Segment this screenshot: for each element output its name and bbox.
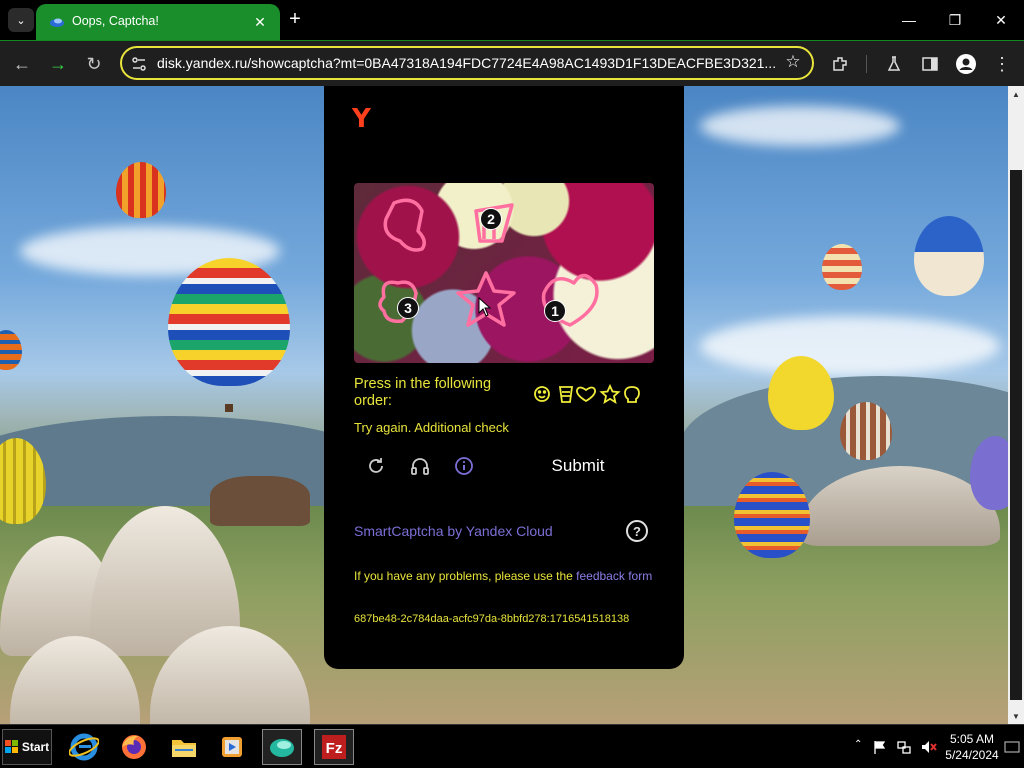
page-scrollbar[interactable]: ▲ ▼ [1008, 86, 1024, 724]
tab-title: Oops, Captcha! [72, 14, 159, 28]
toolbar-divider [866, 55, 867, 73]
show-desktop-icon[interactable] [1004, 741, 1020, 753]
profile-avatar-icon[interactable] [952, 50, 980, 78]
browser-toolbar: ← → ↻ disk.yandex.ru/showcaptcha?mt=0BA4… [0, 40, 1024, 86]
click-marker: 3 [397, 297, 419, 319]
error-message: Try again. Additional check [354, 420, 509, 435]
close-window-button[interactable]: ✕ [978, 6, 1024, 34]
windows-taskbar: Start Fz ⌃ 5:05 AM 5/24/2024 [0, 724, 1024, 768]
svg-text:Fz: Fz [326, 740, 343, 757]
dark-rock [210, 476, 310, 526]
heart-icon [576, 386, 596, 403]
minimize-button[interactable]: — [886, 6, 932, 34]
order-icons [534, 384, 640, 404]
tab-close-icon[interactable]: ✕ [250, 12, 270, 32]
start-label: Start [21, 740, 50, 754]
volume-muted-icon[interactable] [920, 739, 938, 755]
balloon-basket [225, 404, 233, 412]
audio-headphones-icon[interactable] [408, 454, 432, 478]
browser-app-icon[interactable] [262, 729, 302, 765]
reload-button[interactable]: ↻ [80, 50, 108, 78]
problems-text: If you have any problems, please use the… [354, 568, 654, 584]
smartcaptcha-brand-link[interactable]: SmartCaptcha by Yandex Cloud [354, 523, 553, 539]
url-text[interactable]: disk.yandex.ru/showcaptcha?mt=0BA47318A1… [157, 55, 777, 71]
hot-air-balloon [168, 258, 290, 386]
click-marker: 1 [544, 300, 566, 322]
captcha-card: Y 2 3 1 Press in the following order: Tr… [324, 86, 684, 669]
refresh-icon[interactable] [364, 454, 388, 478]
labs-flask-icon[interactable] [880, 50, 908, 78]
scroll-up-arrow-icon[interactable]: ▲ [1008, 86, 1024, 102]
yandex-logo: Y [352, 104, 371, 134]
internet-explorer-icon[interactable] [64, 729, 104, 765]
forward-button[interactable]: → [44, 50, 72, 78]
clock-time[interactable]: 5:05 AM [947, 732, 997, 746]
menu-kebab-icon[interactable]: ⋮ [988, 50, 1016, 78]
system-tray: ⌃ 5:05 AM 5/24/2024 [852, 729, 1022, 765]
bulb-icon [624, 386, 640, 403]
info-icon[interactable] [452, 454, 476, 478]
yandex-disk-favicon-icon [50, 18, 64, 27]
cup-icon [558, 386, 574, 403]
windows-logo-icon [4, 740, 18, 753]
site-info-icon[interactable] [130, 55, 148, 73]
tab-strip: ⌄ Oops, Captcha! ✕ + — ❐ ✕ [0, 0, 1024, 40]
hot-air-balloon [0, 330, 22, 370]
start-button[interactable]: Start [2, 729, 52, 765]
submit-button[interactable]: Submit [520, 450, 636, 482]
click-marker: 2 [480, 208, 502, 230]
address-bar[interactable]: disk.yandex.ru/showcaptcha?mt=0BA47318A1… [120, 46, 814, 80]
filezilla-icon[interactable]: Fz [314, 729, 354, 765]
hot-air-balloon [116, 162, 166, 218]
bookmark-star-icon[interactable]: ☆ [782, 52, 804, 74]
smile-icon [534, 386, 550, 402]
cloud [700, 316, 1000, 376]
scroll-down-arrow-icon[interactable]: ▼ [1008, 708, 1024, 724]
cloud [700, 106, 900, 146]
hot-air-balloon [734, 472, 810, 558]
captcha-image[interactable]: 2 3 1 [354, 183, 654, 363]
tab-search-button[interactable]: ⌄ [8, 8, 34, 32]
clock-date[interactable]: 5/24/2024 [942, 748, 1002, 762]
show-hidden-icons-chevron-icon[interactable]: ⌃ [854, 739, 862, 750]
mouse-cursor-icon [478, 297, 492, 317]
hot-air-balloon [840, 402, 892, 460]
instruction-text: Press in the following order: [354, 376, 492, 409]
star-icon [599, 384, 621, 404]
problems-message: If you have any problems, please use the [354, 569, 573, 583]
media-player-icon[interactable] [212, 729, 252, 765]
bulb-shape[interactable] [383, 198, 426, 252]
scroll-thumb[interactable] [1010, 170, 1022, 700]
action-center-flag-icon[interactable] [872, 739, 888, 755]
hot-air-balloon [768, 356, 834, 430]
request-id: 687be48-2c784daa-acfc97da-8bbfd278:17165… [354, 613, 630, 625]
network-icon[interactable] [896, 739, 912, 755]
hot-air-balloon [822, 244, 862, 290]
captcha-shapes [378, 198, 599, 327]
feedback-form-link[interactable]: feedback form [576, 569, 652, 583]
back-button[interactable]: ← [8, 50, 36, 78]
firefox-icon[interactable] [114, 729, 154, 765]
hot-air-balloon [914, 216, 984, 296]
active-tab[interactable]: Oops, Captcha! ✕ [36, 4, 280, 40]
new-tab-button[interactable]: + [284, 9, 306, 31]
side-panel-icon[interactable] [916, 50, 944, 78]
file-explorer-icon[interactable] [164, 729, 204, 765]
restore-button[interactable]: ❐ [932, 6, 978, 34]
extensions-icon[interactable] [826, 50, 854, 78]
help-question-icon[interactable]: ? [626, 520, 648, 542]
